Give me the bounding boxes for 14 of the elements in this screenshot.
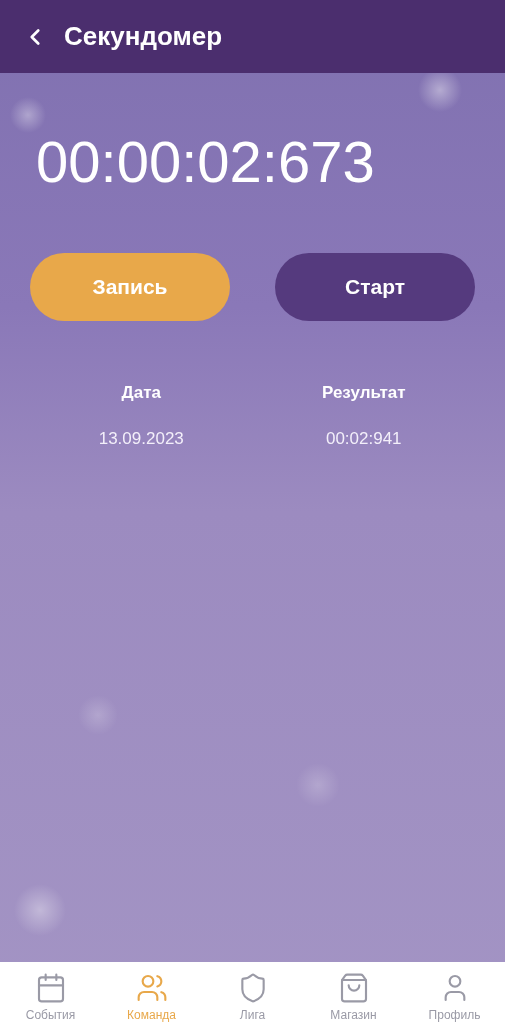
stopwatch-time: 00:00:02:673 [35,133,376,191]
nav-tab[interactable]: Профиль [404,962,505,1024]
start-button[interactable]: Старт [275,253,475,321]
nav-tab[interactable]: Команда [101,962,202,1024]
column-header: Результат [322,383,406,403]
column-header: Дата [121,383,161,403]
nav-tab[interactable]: События [0,962,101,1024]
record-button[interactable]: Запись [30,253,230,321]
page-title: Секундомер [64,21,223,52]
people-icon [135,972,168,1004]
table-cell: 00:02:941 [325,429,402,449]
nav-tab[interactable]: Лига [202,962,303,1024]
nav-tab[interactable]: Магазин [303,962,404,1024]
table-cell: 13.09.2023 [98,429,184,449]
